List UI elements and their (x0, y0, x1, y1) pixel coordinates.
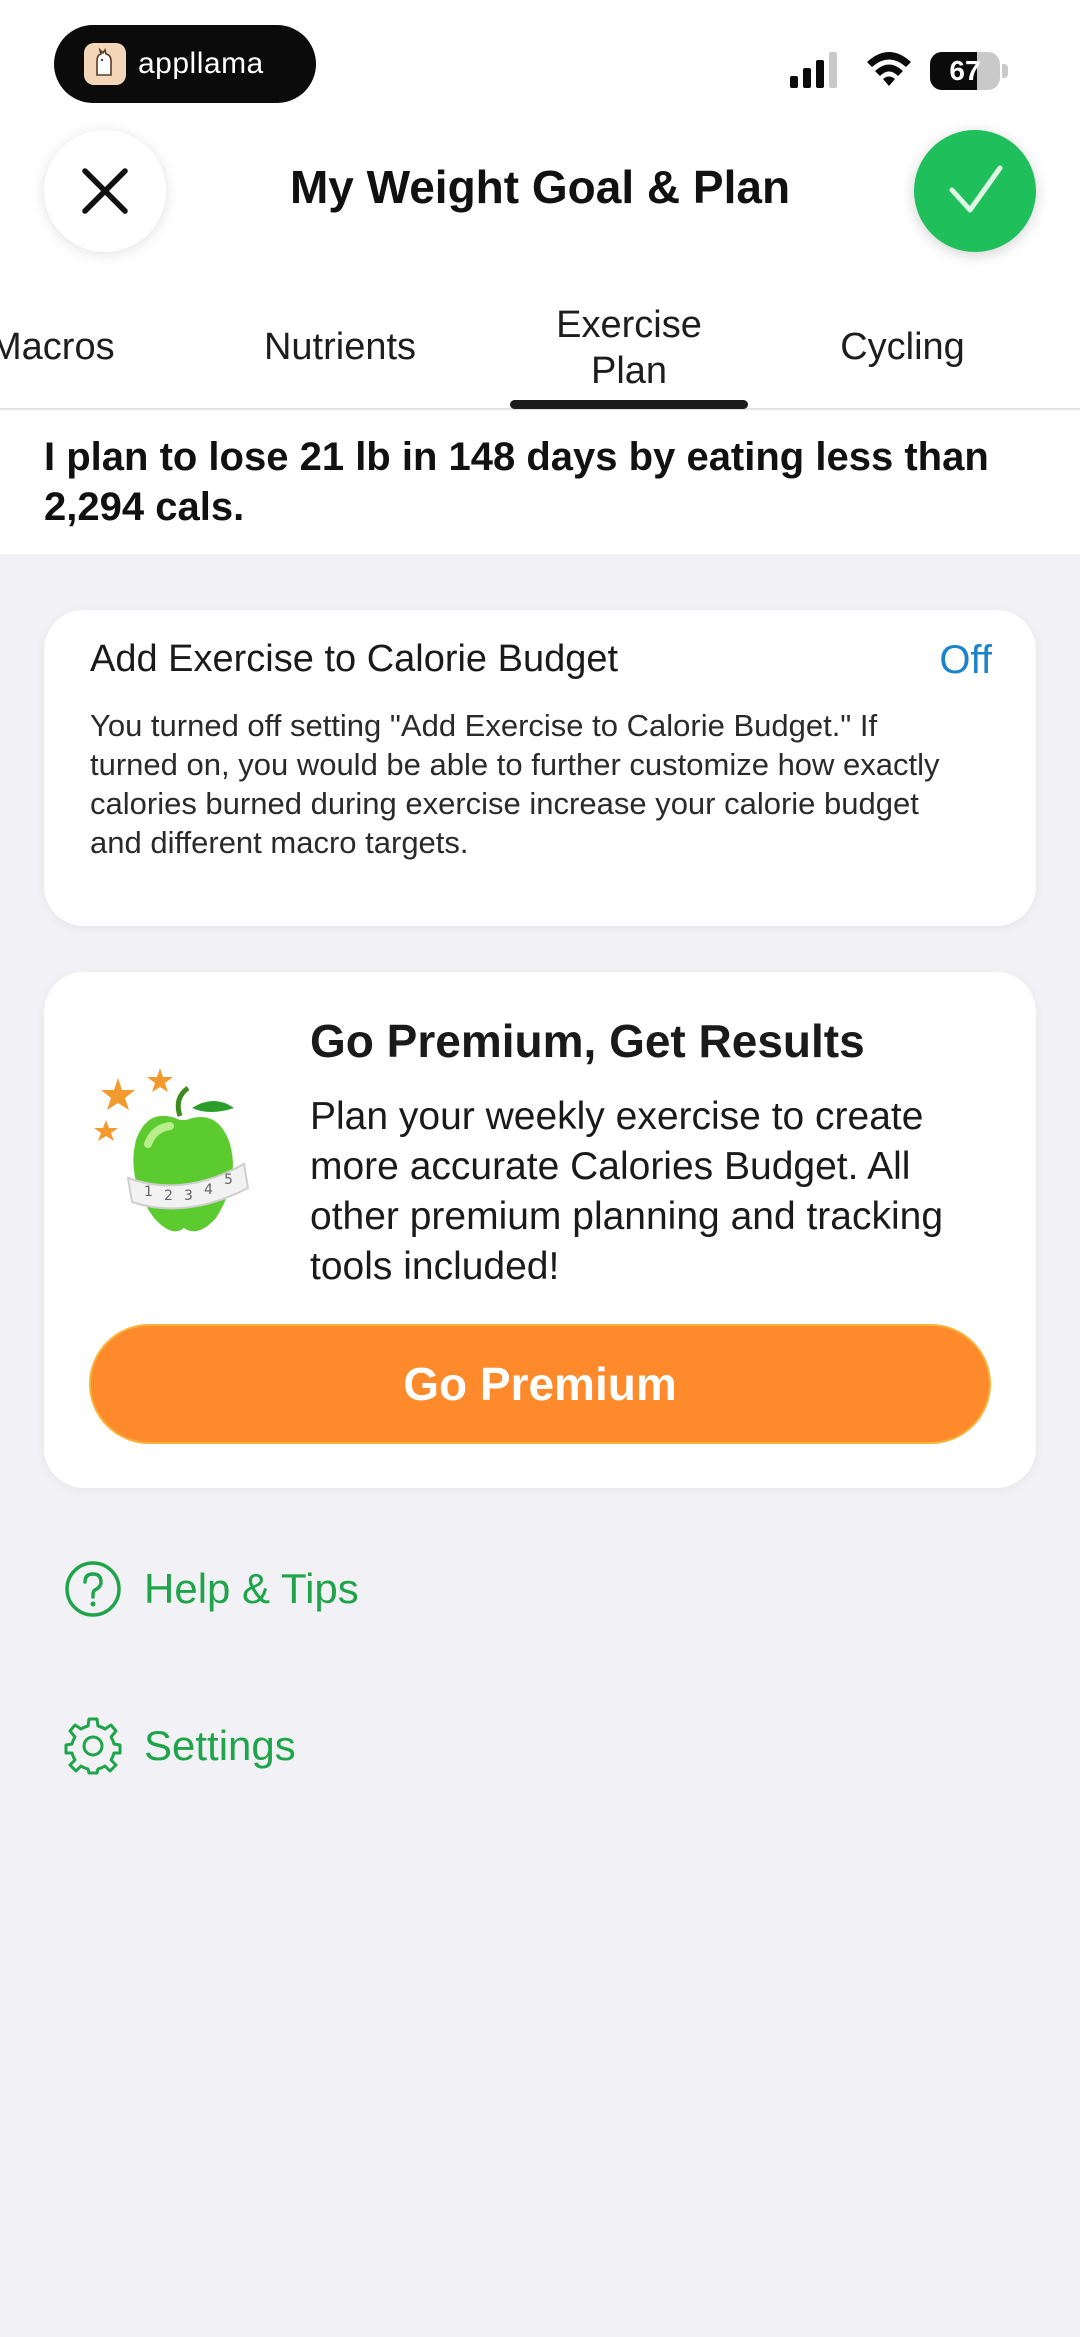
settings-link[interactable]: Settings (64, 1717, 296, 1775)
svg-text:2: 2 (164, 1188, 173, 1204)
exercise-budget-description: You turned off setting "Add Exercise to … (90, 708, 940, 860)
premium-card: 1 2 3 4 5 Go Premium, Get Results Plan y… (44, 972, 1036, 1488)
svg-text:5: 5 (224, 1172, 233, 1188)
help-tips-label: Help & Tips (144, 1565, 359, 1612)
tab-exercise-plan[interactable]: Exercise Plan (510, 302, 748, 394)
brand-name: appllama (138, 47, 264, 80)
active-tab-indicator (510, 400, 748, 409)
tab-bar: Macros Nutrients Exercise Plan Cycling (0, 290, 1080, 410)
check-icon (949, 165, 1003, 213)
wifi-icon (867, 52, 911, 86)
help-tips-link[interactable]: Help & Tips (64, 1560, 359, 1618)
cellular-signal-icon (790, 52, 837, 88)
battery-indicator: 67 (930, 52, 1008, 90)
svg-text:1: 1 (144, 1184, 153, 1200)
confirm-button[interactable] (914, 130, 1036, 252)
settings-label: Settings (144, 1722, 296, 1769)
question-circle-icon (65, 1561, 121, 1617)
battery-level: 67 (949, 55, 981, 86)
premium-title: Go Premium, Get Results (310, 1015, 865, 1067)
apple-measuring-tape-icon: 1 2 3 4 5 (94, 1068, 250, 1232)
tab-nutrients[interactable]: Nutrients (230, 324, 450, 370)
llama-logo-icon (84, 43, 126, 85)
go-premium-button[interactable]: Go Premium (89, 1324, 991, 1444)
exercise-budget-title: Add Exercise to Calorie Budget (90, 638, 619, 680)
exercise-budget-toggle[interactable]: Off (939, 638, 992, 683)
svg-text:4: 4 (204, 1182, 213, 1198)
close-button[interactable] (44, 130, 166, 252)
svg-text:3: 3 (184, 1188, 193, 1204)
premium-description: Plan your weekly exercise to create more… (310, 1095, 944, 1288)
close-icon (82, 168, 128, 214)
plan-summary: I plan to lose 21 lb in 148 days by eati… (44, 435, 989, 529)
app-pill: appllama (54, 25, 316, 103)
gear-icon (64, 1717, 122, 1775)
tab-cycling[interactable]: Cycling (810, 324, 995, 370)
exercise-budget-card: Add Exercise to Calorie Budget Off You t… (44, 610, 1036, 926)
tab-macros[interactable]: Macros (0, 324, 140, 370)
page-title: My Weight Goal & Plan (289, 161, 791, 213)
